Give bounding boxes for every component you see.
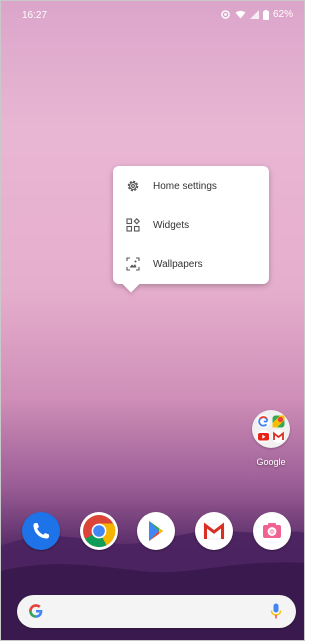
battery-level: 62%	[272, 9, 293, 20]
google-folder[interactable]	[252, 410, 290, 448]
maps-icon	[272, 415, 285, 428]
phone-icon[interactable]	[22, 512, 60, 550]
google-g-icon	[257, 415, 270, 428]
menu-item-label: Home settings	[153, 180, 217, 192]
menu-item-label: Widgets	[153, 219, 190, 231]
battery-icon	[262, 9, 269, 20]
home-context-menu: Home settings Widgets Wallpapers	[113, 166, 269, 293]
status-bar: 16:27 62%	[0, 0, 305, 26]
menu-item-widgets[interactable]: Widgets	[113, 206, 269, 244]
widgets-icon	[113, 218, 153, 232]
gmail-small-icon	[272, 430, 285, 443]
data-saver-icon	[221, 10, 230, 19]
gear-icon	[113, 179, 153, 193]
signal-icon	[249, 10, 259, 19]
mic-icon[interactable]	[270, 603, 282, 625]
status-time: 16:27	[22, 10, 48, 21]
home-screen[interactable]: 16:27 62% Home settings Widgets Wallpape…	[0, 0, 305, 641]
chrome-icon[interactable]	[80, 512, 118, 550]
play-store-icon[interactable]	[137, 512, 175, 550]
wallpaper-icon	[113, 257, 153, 271]
menu-item-home-settings[interactable]: Home settings	[113, 167, 269, 205]
google-g-icon	[27, 602, 45, 625]
google-search-bar[interactable]	[17, 595, 296, 628]
menu-item-label: Wallpapers	[153, 258, 203, 270]
youtube-icon	[257, 430, 270, 443]
camera-icon[interactable]	[253, 512, 291, 550]
gmail-icon[interactable]	[195, 512, 233, 550]
folder-label: Google	[256, 457, 286, 467]
status-icons: 62%	[220, 9, 293, 20]
wifi-icon	[235, 10, 246, 19]
menu-item-wallpapers[interactable]: Wallpapers	[113, 245, 269, 283]
